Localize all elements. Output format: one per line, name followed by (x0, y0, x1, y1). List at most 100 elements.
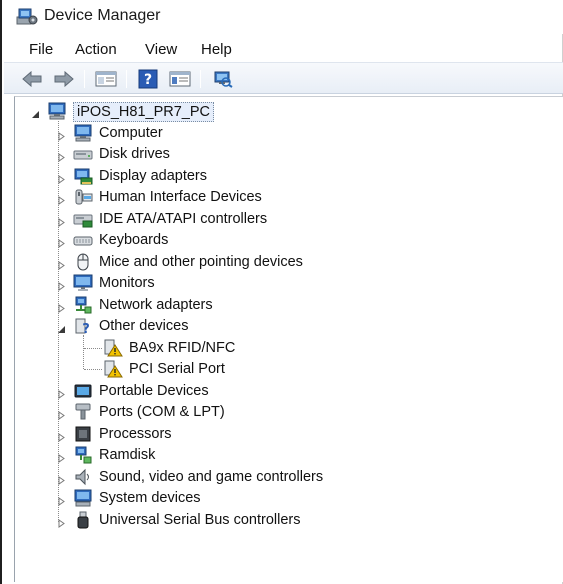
svg-text:?: ? (144, 72, 152, 88)
tree-node-label: Display adapters (99, 167, 207, 184)
tree-item-disk-drives[interactable]: Disk drives (15, 144, 555, 164)
device-manager-window: Device Manager File Action View Help ? i… (0, 0, 563, 584)
menu-view[interactable]: View (145, 39, 177, 60)
tree-root-node[interactable]: iPOS_H81_PR7_PC (15, 101, 555, 122)
tree-item-mice-and-other-pointing-devices[interactable]: Mice and other pointing devices (15, 252, 555, 272)
expand-arrow-icon[interactable] (57, 407, 66, 420)
port-icon (73, 403, 93, 421)
toolbar-separator (200, 70, 201, 88)
tree-node-label: IDE ATA/ATAPI controllers (99, 210, 268, 227)
expand-arrow-icon[interactable] (57, 450, 66, 463)
portable-device-icon (73, 382, 93, 400)
expand-arrow-icon[interactable] (57, 300, 66, 313)
scan-hardware-icon[interactable] (210, 68, 234, 90)
tree-node-label: Other devices (99, 318, 189, 334)
tree-item-display-adapters[interactable]: Display adapters (15, 166, 555, 186)
svg-text:?: ? (82, 322, 90, 335)
expand-arrow-icon[interactable] (57, 149, 66, 162)
tree-item-ramdisk[interactable]: Ramdisk (15, 445, 555, 465)
expand-arrow-icon[interactable] (57, 429, 66, 442)
expand-arrow-icon[interactable] (57, 472, 66, 485)
tree-item-human-interface-devices[interactable]: Human Interface Devices (15, 187, 555, 207)
tree-item-other-devices[interactable]: ? Other devices (15, 316, 555, 337)
title-bar[interactable]: Device Manager (4, 0, 563, 34)
expand-arrow-icon[interactable] (57, 171, 66, 184)
tree-node-label: Universal Serial Bus controllers (99, 511, 301, 528)
tree-node-label: Human Interface Devices (99, 189, 262, 205)
expand-arrow-icon[interactable] (57, 386, 66, 399)
collapse-arrow-icon[interactable] (57, 321, 66, 333)
computer-icon (73, 124, 93, 142)
forward-icon[interactable] (52, 68, 76, 90)
tree-item-portable-devices[interactable]: Portable Devices (15, 381, 555, 401)
tree-node-label: Processors (99, 425, 172, 442)
tree-node-label: Keyboards (99, 232, 169, 248)
sound-icon (73, 468, 93, 486)
show-hide-console-tree-icon[interactable] (94, 68, 118, 90)
mouse-icon (73, 253, 93, 271)
tree-node-label: Network adapters (99, 296, 213, 313)
processor-icon (73, 425, 93, 443)
expand-arrow-icon[interactable] (57, 515, 66, 528)
unknown-device-icon: ? (73, 317, 93, 337)
tree-item-computer[interactable]: Computer (15, 123, 555, 143)
tree-node-label: Sound, video and game controllers (99, 468, 324, 485)
computer-icon (47, 102, 67, 120)
expand-arrow-icon[interactable] (57, 493, 66, 506)
expand-arrow-icon[interactable] (57, 192, 66, 205)
tree-node-label: Ports (COM & LPT) (99, 404, 225, 420)
tree-connector-line (84, 369, 102, 370)
tree-node-label: iPOS_H81_PR7_PC (73, 102, 214, 122)
tree-item-network-adapters[interactable]: Network adapters (15, 295, 555, 315)
help-icon[interactable]: ? (136, 68, 160, 90)
expand-arrow-icon[interactable] (57, 214, 66, 227)
window-title: Device Manager (44, 7, 161, 24)
device-manager-icon (16, 8, 38, 26)
menu-help[interactable]: Help (201, 39, 232, 60)
ramdisk-icon (73, 446, 93, 464)
usb-icon (73, 511, 93, 529)
tree-node-label: Computer (99, 124, 163, 141)
toolbar-separator (126, 70, 127, 88)
tree-node-label: Ramdisk (99, 447, 156, 463)
expand-arrow-icon[interactable] (57, 257, 66, 270)
network-adapter-icon (73, 296, 93, 314)
tree-item-system-devices[interactable]: System devices (15, 488, 555, 508)
menu-bar: File Action View Help (4, 36, 563, 60)
system-devices-icon (73, 489, 93, 507)
tree-node-label: Disk drives (99, 146, 170, 162)
tree-connector-line (83, 335, 84, 369)
tree-node-label: Mice and other pointing devices (99, 253, 303, 270)
tree-item-sound-video-and-game-controllers[interactable]: Sound, video and game controllers (15, 467, 555, 487)
properties-icon[interactable] (168, 68, 192, 90)
warning-device-icon (103, 339, 123, 357)
tree-item-keyboards[interactable]: Keyboards (15, 230, 555, 250)
hid-icon (73, 188, 93, 206)
tree-node-label: Monitors (99, 275, 155, 291)
menu-action[interactable]: Action (75, 39, 117, 60)
tree-node-label: BA9x RFID/NFC (129, 339, 236, 356)
tree-item-processors[interactable]: Processors (15, 424, 555, 444)
tree-item-monitors[interactable]: Monitors (15, 273, 555, 293)
back-icon[interactable] (20, 68, 44, 90)
tree-node-label: System devices (99, 490, 201, 506)
collapse-arrow-icon[interactable] (31, 106, 40, 118)
expand-arrow-icon[interactable] (57, 235, 66, 248)
monitor-icon (73, 274, 93, 292)
ide-controller-icon (73, 210, 93, 228)
tree-item-ide-ata-atapi-controllers[interactable]: IDE ATA/ATAPI controllers (15, 209, 555, 229)
device-tree[interactable]: iPOS_H81_PR7_PC Computer Disk drives Displa… (14, 96, 563, 582)
menu-file[interactable]: File (29, 39, 53, 60)
tree-connector-line (84, 347, 102, 349)
tree-item-universal-serial-bus-controllers[interactable]: Universal Serial Bus controllers (15, 510, 555, 530)
warning-device-icon (103, 360, 123, 378)
display-adapter-icon (73, 167, 93, 185)
keyboard-icon (73, 231, 93, 249)
toolbar: ? (4, 62, 563, 94)
disk-drive-icon (73, 145, 93, 163)
tree-node-label: PCI Serial Port (129, 361, 225, 377)
expand-arrow-icon[interactable] (57, 278, 66, 291)
toolbar-separator (84, 70, 85, 88)
expand-arrow-icon[interactable] (57, 128, 66, 141)
tree-item-ports-com-lpt[interactable]: Ports (COM & LPT) (15, 402, 555, 422)
